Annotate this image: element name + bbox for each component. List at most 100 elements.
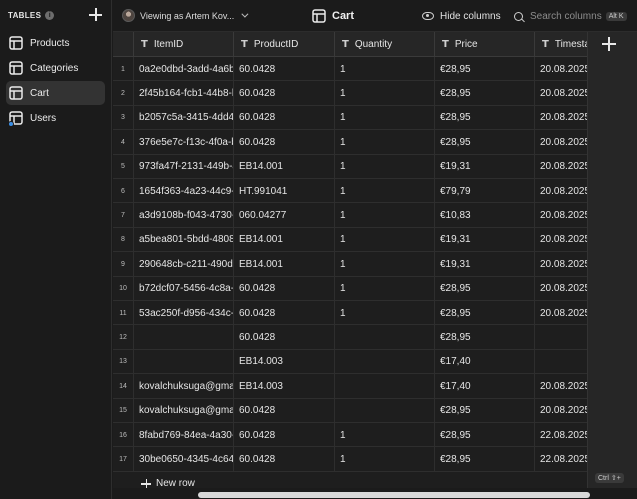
cell-quantity[interactable]: 1 [335, 423, 435, 447]
cell-price[interactable]: €19,31 [435, 227, 535, 252]
cell-price[interactable]: €28,95 [435, 57, 535, 81]
add-column-button[interactable] [602, 37, 616, 51]
cell-itemid[interactable]: 53ac250f-d956-434c- [134, 301, 234, 325]
cell-price[interactable]: €10,83 [435, 203, 535, 228]
cell-price[interactable]: €28,95 [435, 423, 535, 447]
cell-productid[interactable]: HT.991041 [234, 179, 335, 203]
cell-price[interactable]: €28,95 [435, 301, 535, 325]
cell-productid[interactable]: 60.0428 [234, 57, 335, 81]
search-columns-input[interactable]: Search columns Alt K [514, 0, 627, 32]
column-header-quantity[interactable]: T Quantity [335, 32, 435, 57]
cell-quantity[interactable] [335, 349, 435, 374]
cell-quantity[interactable]: 1 [335, 447, 435, 472]
table-row[interactable]: 11 53ac250f-d956-434c- 60.0428 1 €28,95 20.08… [113, 301, 587, 326]
cell-timestamp[interactable]: 20.08.2025 [535, 57, 587, 81]
table-row[interactable]: 12 60.0428 €28,95 [113, 325, 587, 350]
cell-price[interactable]: €17,40 [435, 349, 535, 374]
sidebar-item-products[interactable]: Products [6, 31, 105, 55]
sidebar-item-cart[interactable]: Cart [6, 81, 105, 105]
table-row[interactable]: 1 0a2e0dbd-3add-4a6b- 60.0428 1 €28,95 20.08.… [113, 57, 587, 82]
cell-productid[interactable]: EB14.003 [234, 349, 335, 374]
cell-price[interactable]: €28,95 [435, 81, 535, 106]
cell-productid[interactable]: 60.0428 [234, 130, 335, 155]
cell-quantity[interactable]: 1 [335, 105, 435, 130]
cell-timestamp[interactable]: 20.08.2025 [535, 203, 587, 227]
cell-productid[interactable]: 60.0428 [234, 105, 335, 130]
column-header-price[interactable]: T Price [435, 32, 535, 57]
cell-price[interactable]: €28,95 [435, 105, 535, 130]
cell-itemid[interactable]: a3d9108b-f043-4730- [134, 203, 234, 228]
table-row[interactable]: 16 8fabd769-84ea-4a30- 60.0428 1 €28,95 22.08… [113, 423, 587, 448]
cell-itemid[interactable] [134, 349, 234, 374]
cell-timestamp[interactable]: 20.08.2025 [535, 179, 587, 203]
table-row[interactable]: 9 290648cb-c211-490d- EB14.001 1 €19,31 20.08… [113, 252, 587, 277]
table-row[interactable]: 3 b2057c5a-3415-4dd4- 60.0428 1 €28,95 20.08.… [113, 105, 587, 131]
cell-price[interactable]: €79,79 [435, 179, 535, 203]
cell-timestamp[interactable]: 22.08.2025 [535, 423, 587, 447]
cell-productid[interactable]: EB14.001 [234, 252, 335, 277]
cell-itemid[interactable]: kovalchuksuga@gmail. [134, 398, 234, 423]
cell-timestamp[interactable]: 20.08.2025 [535, 277, 587, 301]
cell-productid[interactable]: 60.0428 [234, 81, 335, 106]
cell-itemid[interactable]: 376e5e7c-f13c-4f0a-b [134, 130, 234, 155]
table-row[interactable]: 13 EB14.003 €17,40 [113, 349, 587, 375]
cell-productid[interactable]: 060.04277 [234, 203, 335, 228]
cell-price[interactable]: €17,40 [435, 374, 535, 399]
horizontal-scrollbar[interactable] [113, 488, 637, 499]
cell-itemid[interactable]: b72dcf07-5456-4c8a- [134, 276, 234, 301]
cell-price[interactable]: €28,95 [435, 325, 535, 350]
cell-itemid[interactable]: 2f45b164-fcb1-44b8-b [134, 81, 234, 106]
info-icon[interactable]: i [45, 10, 55, 20]
new-row-button[interactable]: New row [113, 472, 587, 488]
table-row[interactable]: 5 973fa47f-2131-449b-a EB14.001 1 €19,31 20.0… [113, 154, 587, 179]
table-row[interactable]: 6 1654f363-4a23-44c9- HT.991041 1 €79,79 20.0… [113, 179, 587, 204]
cell-itemid[interactable] [134, 325, 234, 350]
cell-quantity[interactable]: 1 [335, 154, 435, 179]
cell-quantity[interactable] [335, 325, 435, 350]
cell-quantity[interactable] [335, 398, 435, 423]
cell-quantity[interactable]: 1 [335, 301, 435, 325]
cell-itemid[interactable]: 0a2e0dbd-3add-4a6b- [134, 57, 234, 81]
cell-quantity[interactable]: 1 [335, 227, 435, 252]
table-row[interactable]: 14 kovalchuksuga@gmail. EB14.003 €17,40 20.0… [113, 374, 587, 399]
table-row[interactable]: 15 kovalchuksuga@gmail. 60.0428 €28,95 20.08… [113, 398, 587, 423]
cell-productid[interactable]: 60.0428 [234, 423, 335, 447]
cell-itemid[interactable]: 30be0650-4345-4c64 [134, 447, 234, 472]
cell-quantity[interactable]: 1 [335, 81, 435, 106]
cell-productid[interactable]: 60.0428 [234, 398, 335, 423]
cell-price[interactable]: €28,95 [435, 447, 535, 472]
table-row[interactable]: 2 2f45b164-fcb1-44b8-b 60.0428 1 €28,95 20.08… [113, 81, 587, 106]
scrollbar-thumb[interactable] [198, 492, 590, 498]
cell-timestamp[interactable]: 20.08.2025 [535, 301, 587, 325]
cell-price[interactable]: €19,31 [435, 154, 535, 179]
cell-itemid[interactable]: kovalchuksuga@gmail. [134, 374, 234, 399]
cell-quantity[interactable]: 1 [335, 130, 435, 155]
sidebar-item-categories[interactable]: Categories [6, 56, 105, 80]
cell-itemid[interactable]: 1654f363-4a23-44c9- [134, 179, 234, 203]
cell-productid[interactable]: 60.0428 [234, 447, 335, 472]
cell-itemid[interactable]: 973fa47f-2131-449b-a [134, 154, 234, 179]
cell-timestamp[interactable]: 20.08.2025 [535, 155, 587, 179]
cell-itemid[interactable]: 8fabd769-84ea-4a30- [134, 423, 234, 447]
cell-quantity[interactable]: 1 [335, 252, 435, 277]
cell-price[interactable]: €28,95 [435, 130, 535, 155]
cell-quantity[interactable]: 1 [335, 203, 435, 228]
column-header-itemid[interactable]: T ItemID [134, 32, 234, 57]
sidebar-item-users[interactable]: Users [6, 106, 105, 130]
cell-itemid[interactable]: b2057c5a-3415-4dd4- [134, 105, 234, 130]
table-row[interactable]: 17 30be0650-4345-4c64 60.0428 1 €28,95 22.08.… [113, 447, 587, 472]
cell-price[interactable]: €28,95 [435, 398, 535, 423]
cell-quantity[interactable]: 1 [335, 179, 435, 203]
table-row[interactable]: 4 376e5e7c-f13c-4f0a-b 60.0428 1 €28,95 20.08… [113, 130, 587, 155]
cell-timestamp[interactable]: 20.08.2025 [535, 374, 587, 398]
cell-productid[interactable]: EB14.001 [234, 227, 335, 252]
cell-timestamp[interactable]: 20.08.2025 [535, 130, 587, 154]
cell-productid[interactable]: EB14.001 [234, 154, 335, 179]
cell-timestamp[interactable]: 20.08.2025 [535, 81, 587, 105]
cell-itemid[interactable]: a5bea801-5bdd-4808- [134, 227, 234, 252]
cell-timestamp[interactable]: 22.08.2025 [535, 447, 587, 471]
cell-quantity[interactable] [335, 374, 435, 399]
cell-quantity[interactable]: 1 [335, 57, 435, 81]
cell-productid[interactable]: 60.0428 [234, 301, 335, 325]
cell-timestamp[interactable]: 20.08.2025 [535, 252, 587, 276]
